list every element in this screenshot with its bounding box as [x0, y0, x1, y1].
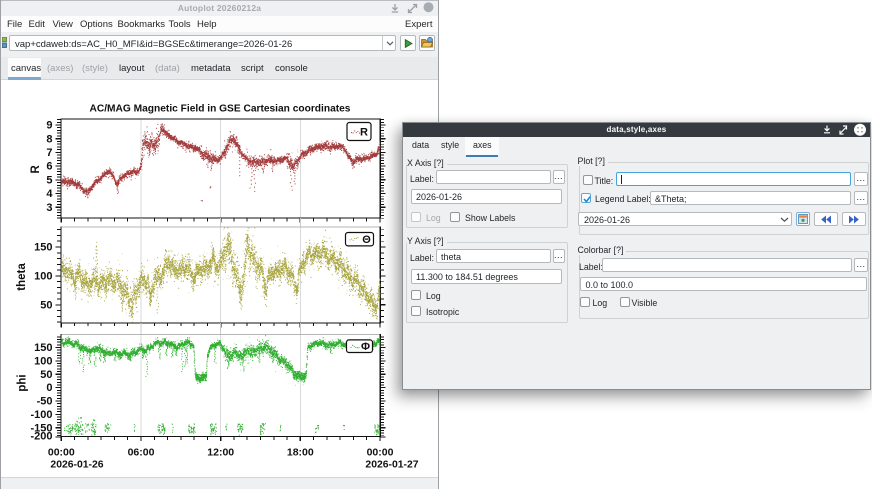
svg-text:9: 9	[46, 120, 52, 132]
svg-text:4: 4	[46, 188, 53, 200]
svg-text:-200: -200	[30, 431, 52, 443]
svg-text:7: 7	[46, 147, 52, 159]
svg-text:50: 50	[40, 299, 52, 311]
svg-text:-50: -50	[37, 396, 53, 408]
svg-text:150: 150	[34, 242, 52, 254]
svg-text:R: R	[360, 126, 368, 138]
svg-text:theta: theta	[16, 263, 28, 291]
svg-text:12:00: 12:00	[207, 447, 234, 459]
svg-text:2026-01-26: 2026-01-26	[50, 460, 103, 471]
svg-text:-100: -100	[30, 409, 52, 421]
svg-text:100: 100	[34, 271, 52, 283]
svg-text:3: 3	[46, 202, 52, 214]
svg-text:R: R	[30, 164, 42, 173]
svg-text:AC/MAG Magnetic Field in GSE: AC/MAG Magnetic Field in GSE Cartesian c…	[90, 104, 351, 115]
svg-text:150: 150	[34, 342, 52, 354]
svg-text:Θ: Θ	[362, 234, 371, 246]
svg-text:8: 8	[46, 133, 52, 145]
svg-text:Φ: Φ	[361, 341, 370, 353]
svg-text:00:00: 00:00	[367, 447, 394, 459]
svg-text:0: 0	[46, 382, 52, 394]
svg-text:18:00: 18:00	[287, 447, 314, 459]
svg-text:06:00: 06:00	[128, 447, 155, 459]
svg-text:2026-01-27: 2026-01-27	[365, 460, 418, 471]
svg-text:5: 5	[46, 174, 52, 186]
svg-text:phi: phi	[16, 374, 28, 391]
svg-text:100: 100	[34, 356, 52, 368]
svg-text:6: 6	[46, 161, 52, 173]
svg-text:00:00: 00:00	[48, 447, 75, 459]
svg-text:50: 50	[40, 369, 52, 381]
